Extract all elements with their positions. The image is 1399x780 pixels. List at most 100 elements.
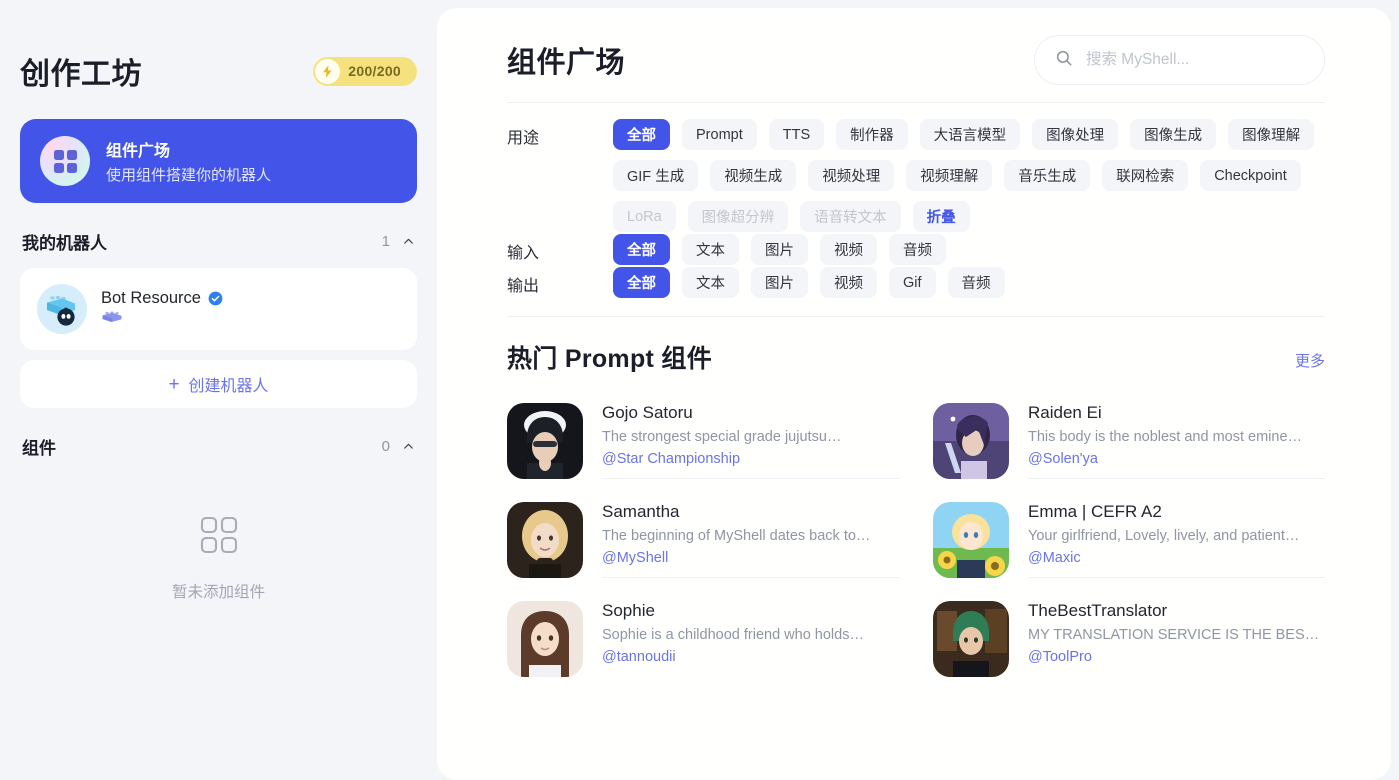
- search-input[interactable]: [1086, 51, 1304, 69]
- component-card-author[interactable]: @Solen'ya: [1028, 451, 1325, 467]
- raiden-ei-thumb: [933, 403, 1009, 479]
- filter-chip-input[interactable]: 全部: [613, 234, 670, 265]
- credit-badge[interactable]: 200/200: [313, 56, 417, 86]
- filter-chip-purpose[interactable]: 全部: [613, 119, 670, 150]
- component-card-description: The beginning of MyShell dates back to…: [602, 528, 871, 544]
- search-icon: [1055, 49, 1073, 72]
- component-card[interactable]: Samantha The beginning of MyShell dates b…: [507, 490, 899, 589]
- chevron-up-icon[interactable]: [402, 440, 415, 453]
- component-card-name: Raiden Ei: [1028, 403, 1102, 422]
- filter-chip-purpose[interactable]: 联网检索: [1102, 160, 1189, 191]
- filter-row-purpose: 用途 全部 Prompt TTS 制作器 大语言模型 图像处理 图像生成 图像理解 GIF 生成视…: [507, 119, 1325, 232]
- component-card-author[interactable]: @tannoudii: [602, 649, 899, 665]
- filter-chip-purpose[interactable]: TTS: [768, 119, 825, 150]
- workshop-title: 创作工坊: [20, 58, 142, 91]
- verified-badge-icon: [208, 291, 223, 306]
- component-card[interactable]: Emma | CEFR A2 Your girlfriend, Lovely, l…: [933, 490, 1325, 589]
- filter-chip-output[interactable]: 视频: [820, 267, 877, 298]
- component-card-grid: Gojo Satoru The strongest special grade j…: [507, 391, 1325, 688]
- filter-label-input: 输入: [507, 245, 540, 262]
- component-card-author[interactable]: @Maxic: [1028, 550, 1325, 566]
- filter-chip-input[interactable]: 音频: [889, 234, 946, 265]
- bolt-icon: [315, 58, 341, 84]
- filter-chip-purpose[interactable]: LoRa: [613, 201, 676, 232]
- gojo-satoru-thumb: [507, 403, 583, 479]
- filter-chip-purpose[interactable]: 折叠: [912, 201, 970, 232]
- plus-icon: +: [168, 373, 180, 395]
- filter-chip-purpose[interactable]: 语音转文本: [800, 201, 901, 232]
- filter-section: 用途 全部 Prompt TTS 制作器 大语言模型 图像处理 图像生成 图像理解 GIF 生成视…: [507, 103, 1325, 298]
- create-bot-label: 创建机器人: [188, 378, 269, 395]
- samantha-thumb: [507, 502, 583, 578]
- sidebar-item-component-plaza[interactable]: 组件广场 使用组件搭建你的机器人: [20, 119, 417, 203]
- filter-chip-output[interactable]: Gif: [889, 267, 936, 298]
- avatar: [37, 284, 87, 334]
- feature-card-title: 组件广场: [106, 143, 171, 160]
- filter-label-output: 输出: [507, 278, 540, 295]
- component-card-description: Sophie is a childhood friend who holds…: [602, 627, 864, 643]
- bot-name: Bot Resource: [101, 289, 201, 307]
- sophie-thumb: [507, 601, 583, 677]
- feature-card-subtitle: 使用组件搭建你的机器人: [106, 167, 272, 184]
- brick-icon: [101, 310, 223, 329]
- component-card-name: Samantha: [602, 502, 680, 521]
- component-card[interactable]: Gojo Satoru The strongest special grade j…: [507, 391, 899, 490]
- grid-outline-icon: [199, 515, 239, 560]
- popular-section-header: 热门 Prompt 组件 更多: [507, 317, 1325, 375]
- filter-chip-output[interactable]: 音频: [947, 267, 1005, 298]
- filter-chip-output[interactable]: 图片: [751, 267, 808, 298]
- filter-chip-purpose[interactable]: Prompt: [682, 119, 757, 150]
- filter-chip-purpose[interactable]: 图像生成: [1130, 119, 1217, 150]
- filter-chips-purpose: 全部 Prompt TTS 制作器 大语言模型 图像处理 图像生成 图像理解 GIF 生成 视频生…: [613, 119, 1325, 232]
- component-card[interactable]: Raiden Ei This body is the noblest and mo…: [933, 391, 1325, 490]
- my-bots-count: 1: [381, 233, 390, 250]
- filter-chip-output[interactable]: 文本: [682, 267, 739, 298]
- filter-chip-purpose[interactable]: 音乐生成: [1004, 160, 1091, 191]
- credit-value: 200/200: [348, 63, 401, 79]
- filter-chip-purpose[interactable]: 图像超分辨: [687, 201, 789, 232]
- chevron-up-icon[interactable]: [402, 235, 415, 248]
- sidebar-header: 创作工坊 200/200: [20, 0, 417, 100]
- filter-chip-input[interactable]: 视频: [820, 234, 877, 265]
- component-card-author[interactable]: @ToolPro: [1028, 649, 1325, 665]
- sidebar: 创作工坊 200/200 组件广场 使用组件搭建你的机器人 我的机器人 1 Bo…: [0, 0, 437, 780]
- thebesttranslator-thumb: [933, 601, 1009, 677]
- list-item-bot[interactable]: Bot Resource: [20, 268, 417, 350]
- create-bot-button[interactable]: + 创建机器人: [20, 360, 417, 408]
- filter-chip-input[interactable]: 文本: [682, 234, 739, 265]
- filter-chip-output[interactable]: 全部: [613, 267, 670, 298]
- component-card-name: Emma | CEFR A2: [1028, 502, 1162, 521]
- component-card-author[interactable]: @Star Championship: [602, 451, 899, 467]
- components-count: 0: [381, 438, 390, 455]
- emma-cefr-thumb: [933, 502, 1009, 578]
- filter-chip-input[interactable]: 图片: [751, 234, 808, 265]
- filter-chip-purpose[interactable]: GIF 生成: [613, 160, 699, 191]
- component-card-author[interactable]: @MyShell: [602, 550, 899, 566]
- filter-chip-purpose[interactable]: 图像理解: [1228, 119, 1315, 150]
- filter-chip-purpose[interactable]: 大语言模型: [919, 119, 1021, 150]
- app-root: 创作工坊 200/200 组件广场 使用组件搭建你的机器人 我的机器人 1 Bo…: [0, 0, 1399, 780]
- main-panel: 组件广场 用途全部PromptTTS制作器大语言模型图像处理图像生成图像理解GI…: [437, 8, 1391, 780]
- my-bots-section-header[interactable]: 我的机器人 1: [20, 229, 417, 254]
- component-card[interactable]: TheBestTranslator MY TRANSLATION SERVICE …: [933, 589, 1325, 688]
- filter-row-output: 输出 全部 文本 图片 视频 Gif 音频: [507, 267, 1325, 298]
- components-heading: 组件: [22, 439, 56, 458]
- page-title: 组件广场: [507, 47, 626, 79]
- filter-chip-purpose[interactable]: 视频处理: [808, 160, 895, 191]
- popular-title: 热门 Prompt 组件: [507, 345, 712, 373]
- component-card-name: Sophie: [602, 601, 655, 620]
- search-box[interactable]: [1034, 35, 1325, 85]
- components-section-header[interactable]: 组件 0: [20, 434, 417, 459]
- filter-chip-purpose[interactable]: 视频理解: [906, 160, 993, 191]
- components-empty-state: 暂未添加组件: [20, 515, 417, 602]
- grid-squares-icon: [40, 136, 90, 186]
- my-bots-heading: 我的机器人: [22, 234, 107, 253]
- filter-chips-input: 全部 文本 图片 视频 音频: [613, 234, 1325, 265]
- filter-chip-purpose[interactable]: 制作器: [836, 119, 908, 150]
- component-card[interactable]: Sophie Sophie is a childhood friend who h…: [507, 589, 899, 688]
- more-link[interactable]: 更多: [1295, 350, 1325, 375]
- filter-chip-purpose[interactable]: Checkpoint: [1200, 160, 1301, 191]
- filter-chip-purpose[interactable]: 视频生成: [710, 160, 797, 191]
- main-header: 组件广场: [507, 8, 1325, 85]
- filter-chip-purpose[interactable]: 图像处理: [1032, 119, 1119, 150]
